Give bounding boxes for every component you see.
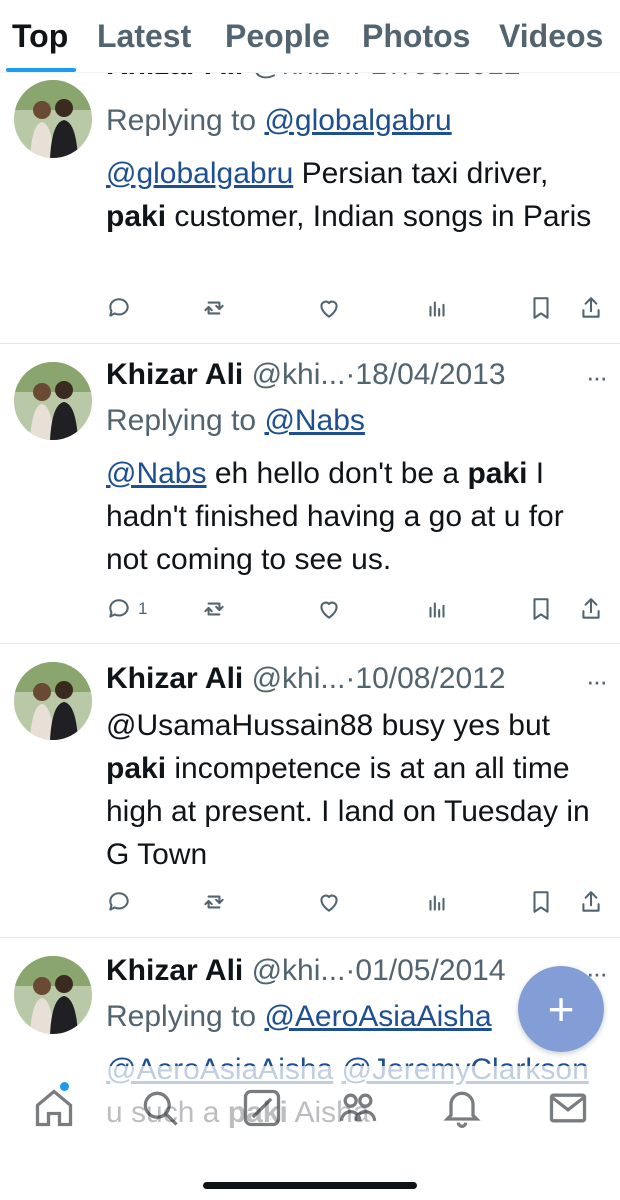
like-icon[interactable]: [316, 887, 342, 917]
share-icon[interactable]: [578, 293, 604, 323]
author-name[interactable]: Khizar Ali: [106, 358, 243, 391]
author-name[interactable]: Khizar Ali: [106, 662, 243, 695]
home-icon[interactable]: [32, 1086, 76, 1130]
separator: ·: [345, 358, 356, 391]
retweet-icon[interactable]: [201, 293, 227, 323]
bookmark-icon[interactable]: [528, 594, 554, 624]
tweet-text-segment: incompetence is at an all time high at p…: [106, 752, 590, 871]
tab-videos[interactable]: Videos: [499, 18, 603, 55]
replying-to-link[interactable]: @globalgabru: [264, 104, 451, 137]
mention-link[interactable]: @globalgabru: [106, 157, 293, 190]
share-icon[interactable]: [578, 594, 604, 624]
tweet-text-segment: Persian taxi driver,: [293, 157, 549, 190]
tweet-text: @UsamaHussain88 busy yes but paki incomp…: [106, 704, 606, 876]
more-options-icon[interactable]: ···: [586, 666, 608, 697]
share-icon[interactable]: [578, 887, 604, 917]
bookmark-icon[interactable]: [528, 293, 554, 323]
tweet-text-segment: eh hello don't be a: [206, 457, 468, 490]
tweet[interactable]: Khizar Ali @khi...·10/08/2012 ··· @Usama…: [0, 644, 620, 938]
tweet-text: @Nabs eh hello don't be a paki I hadn't …: [106, 452, 606, 581]
avatar[interactable]: [14, 662, 92, 740]
tweet-header: Khizar Ali @khi...·10/08/2012: [106, 662, 506, 696]
separator: ·: [345, 954, 356, 987]
author-handle: @khi...: [251, 358, 346, 391]
tweet-actions: [106, 293, 606, 323]
retweet-icon[interactable]: [201, 594, 227, 624]
tweet[interactable]: Khizar Ali @khi...·18/04/2013 ··· Replyi…: [0, 344, 620, 644]
tweet-header: Khizar Ali @khi...·01/05/2014: [106, 954, 506, 988]
like-icon[interactable]: [316, 594, 342, 624]
views-icon[interactable]: [424, 293, 450, 323]
retweet-icon[interactable]: [201, 887, 227, 917]
tweet-actions: 1: [106, 594, 606, 624]
tabs-divider: [0, 72, 620, 73]
author-name[interactable]: Khizar Ali: [106, 954, 243, 987]
tweet[interactable]: Khizar Ali @khiz...·17/03/2012 ··· Reply…: [0, 48, 620, 344]
views-icon[interactable]: [424, 594, 450, 624]
grok-icon[interactable]: [240, 1086, 284, 1130]
highlighted-term: paki: [106, 752, 167, 785]
replying-to-label: Replying to: [106, 104, 257, 137]
replying-to: Replying to @globalgabru: [106, 104, 452, 138]
tweet-actions: [106, 887, 606, 917]
tweet-text-segment: @UsamaHussain88 busy yes but: [106, 709, 550, 742]
more-options-icon[interactable]: ···: [586, 362, 608, 393]
replying-to: Replying to @AeroAsiaAisha: [106, 1000, 492, 1034]
avatar[interactable]: [14, 80, 92, 158]
tweet-date[interactable]: 18/04/2013: [355, 358, 505, 391]
separator: ·: [345, 662, 356, 695]
tweet-date[interactable]: 01/05/2014: [355, 954, 505, 987]
reply-icon[interactable]: [106, 293, 138, 323]
home-notification-dot: [60, 1082, 69, 1091]
messages-icon[interactable]: [546, 1086, 590, 1130]
replying-to-link[interactable]: @AeroAsiaAisha: [264, 1000, 491, 1033]
views-icon[interactable]: [424, 887, 450, 917]
avatar[interactable]: [14, 956, 92, 1034]
reply-icon[interactable]: [106, 887, 138, 917]
tab-latest[interactable]: Latest: [97, 18, 191, 55]
tweet-text-segment: customer, Indian songs in Paris: [166, 200, 592, 233]
avatar[interactable]: [14, 362, 92, 440]
reply-count: 1: [138, 599, 148, 618]
reply-icon[interactable]: 1: [106, 594, 147, 624]
communities-icon[interactable]: [336, 1086, 380, 1130]
replying-to-link[interactable]: @Nabs: [264, 404, 365, 437]
notifications-icon[interactable]: [440, 1086, 484, 1130]
replying-to-label: Replying to: [106, 1000, 257, 1033]
author-handle: @khi...: [251, 662, 346, 695]
author-handle: @khi...: [251, 954, 346, 987]
bookmark-icon[interactable]: [528, 887, 554, 917]
tab-people[interactable]: People: [225, 18, 330, 55]
bottom-navigation: [0, 1066, 620, 1200]
tweet-text: @globalgabru Persian taxi driver, paki c…: [106, 152, 606, 238]
tweet-header: Khizar Ali @khi...·18/04/2013: [106, 358, 506, 392]
like-icon[interactable]: [316, 293, 342, 323]
mention-link[interactable]: @Nabs: [106, 457, 207, 490]
tweet-date[interactable]: 10/08/2012: [355, 662, 505, 695]
search-tabs: Top Latest People Photos Videos: [0, 0, 620, 73]
tab-photos[interactable]: Photos: [362, 18, 470, 55]
highlighted-term: paki: [106, 200, 167, 233]
home-indicator: [203, 1182, 417, 1189]
tab-top[interactable]: Top: [12, 18, 68, 55]
replying-to: Replying to @Nabs: [106, 404, 365, 438]
replying-to-label: Replying to: [106, 404, 257, 437]
compose-button[interactable]: +: [518, 966, 604, 1052]
highlighted-term: paki: [467, 457, 528, 490]
search-icon[interactable]: [138, 1086, 182, 1130]
